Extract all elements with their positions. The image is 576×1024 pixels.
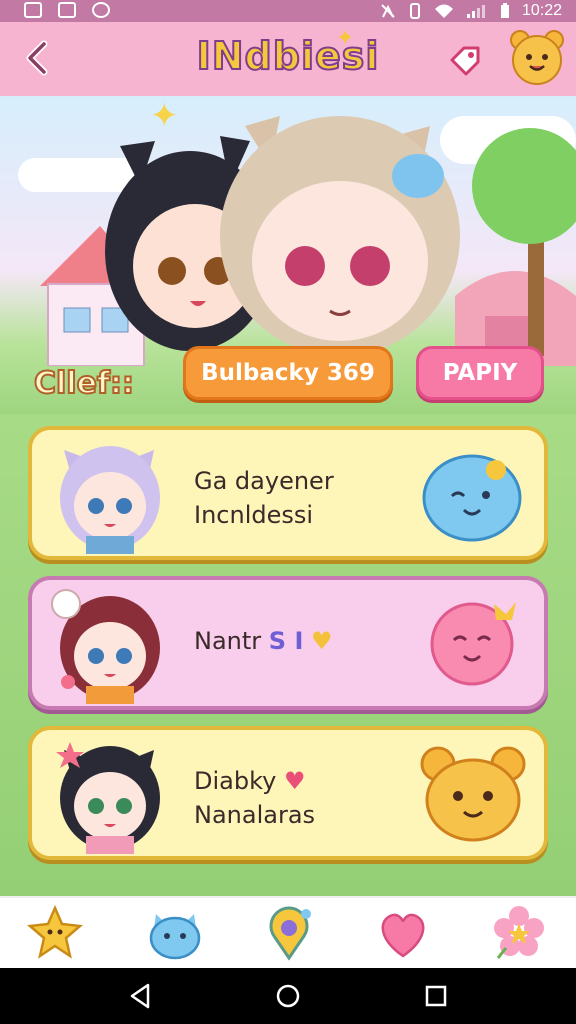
blue-blob-icon xyxy=(422,454,522,542)
status-bar: 10:22 xyxy=(0,0,576,22)
character-card[interactable]: Diabky ♥ Nanalaras xyxy=(28,726,548,860)
character-card[interactable]: Ga dayener Incnldessi xyxy=(28,426,548,560)
sparkle-icon: ✦ xyxy=(336,26,356,51)
heart-icon: ♥ xyxy=(311,627,333,655)
image-icon xyxy=(58,2,76,18)
nfc-icon xyxy=(381,4,395,18)
tree-illustration xyxy=(472,128,576,356)
battery-icon xyxy=(500,3,509,18)
wifi-icon xyxy=(434,4,453,18)
flower-icon[interactable] xyxy=(490,904,548,962)
card-name: Diabky ♥ Nanalaras xyxy=(194,767,316,829)
bottom-navigation xyxy=(0,896,576,970)
recents-square-icon[interactable] xyxy=(422,982,450,1010)
heart-icon[interactable] xyxy=(374,904,432,962)
character-card[interactable]: Nantr S I ♥ xyxy=(28,576,548,710)
sync-icon xyxy=(92,2,110,18)
hero-banner: ✦ Cllef:: Bulbacky 369 PAPIY xyxy=(0,96,576,414)
blue-creature-icon[interactable] xyxy=(146,904,204,962)
sparkle-icon: ✦ xyxy=(150,96,179,136)
cast-label: Cllef:: xyxy=(33,365,135,402)
app-title: INdbiesi ✦ xyxy=(196,26,380,79)
avatar xyxy=(60,446,160,554)
star-house-icon[interactable] xyxy=(26,904,84,962)
signal-icon xyxy=(466,5,485,18)
avatar xyxy=(51,589,160,704)
home-circle-icon[interactable] xyxy=(274,982,302,1010)
name-badge: S I xyxy=(268,627,304,655)
card-name: Nantr S I ♥ xyxy=(194,627,333,655)
avatar xyxy=(56,742,160,854)
pink-blob-icon xyxy=(430,602,516,686)
characters-illustration xyxy=(105,116,460,356)
card-name: Ga dayener Incnldessi xyxy=(194,467,334,529)
location-pin-icon[interactable] xyxy=(260,904,318,962)
party-button[interactable]: PAPIY xyxy=(416,346,544,400)
tag-icon[interactable] xyxy=(448,44,482,76)
clock: 10:22 xyxy=(521,2,562,19)
system-navigation-bar xyxy=(0,968,576,1024)
bear-face-icon[interactable] xyxy=(508,28,566,86)
app-header: INdbiesi ✦ xyxy=(0,22,576,100)
orange-bear-icon xyxy=(420,746,526,842)
primary-action-button[interactable]: Bulbacky 369 xyxy=(183,346,393,400)
gallery-icon xyxy=(24,2,42,18)
character-list: Ga dayener Incnldessi Nantr S I ♥ Diabky… xyxy=(0,414,576,896)
heart-icon: ♥ xyxy=(283,767,306,795)
vibrate-icon xyxy=(409,3,420,19)
back-triangle-icon[interactable] xyxy=(126,982,154,1010)
